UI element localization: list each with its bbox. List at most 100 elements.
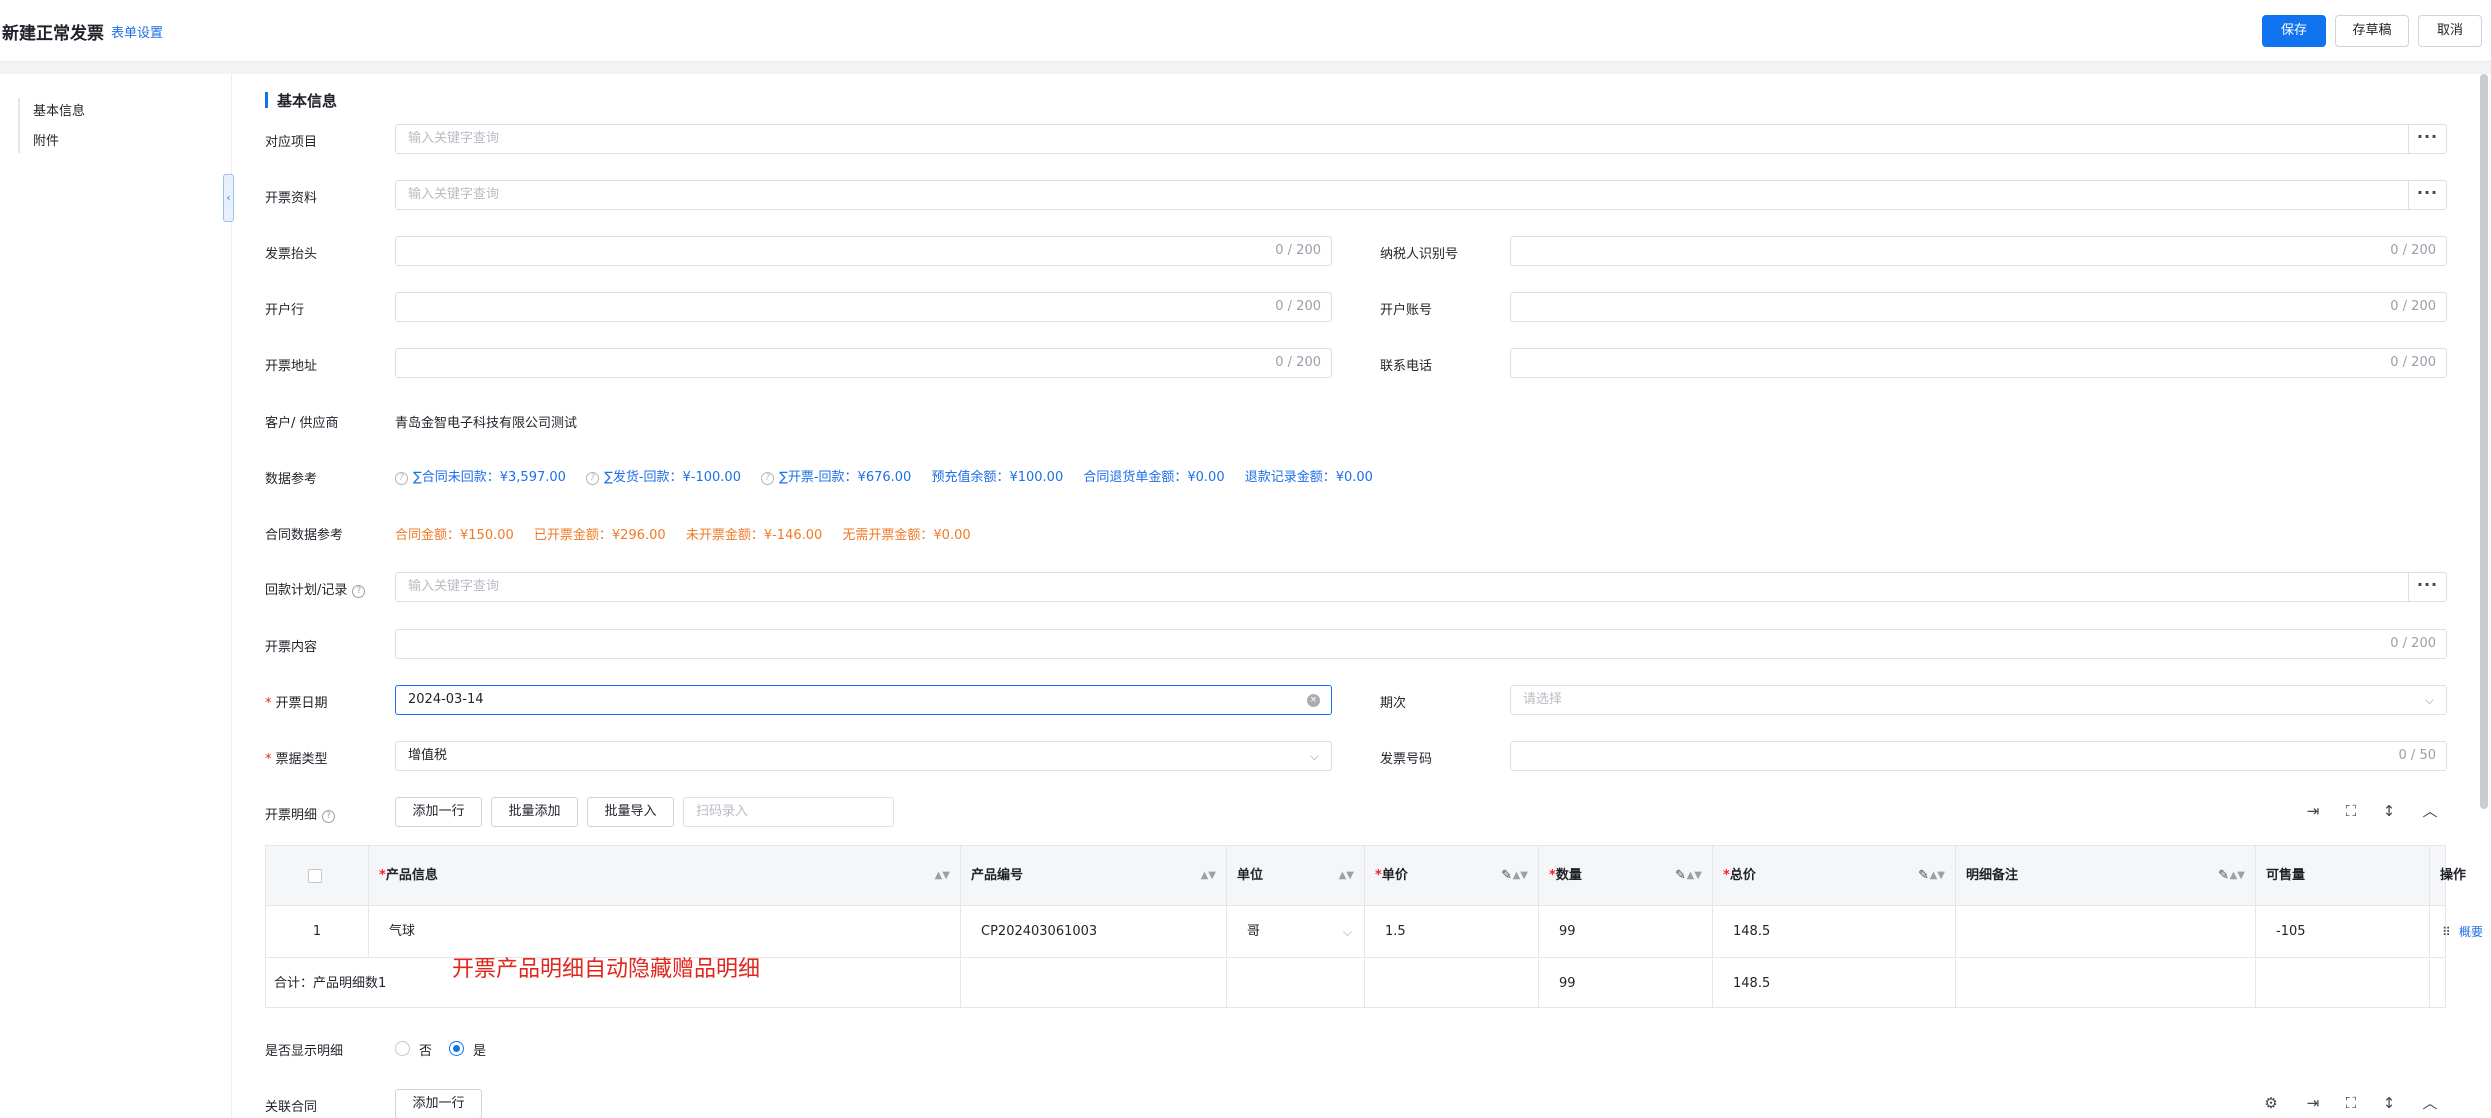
col-action: 操作: [2430, 846, 2491, 906]
chevron-up-icon[interactable]: ︿: [2420, 1093, 2440, 1113]
product-cell[interactable]: 气球: [369, 906, 961, 957]
summary-empty-cell: [858, 959, 961, 1008]
billing-info-input[interactable]: 输入关键字查询 ···: [395, 180, 2447, 210]
char-count: 0 / 200: [2390, 299, 2436, 314]
unit-cell[interactable]: 哥 ⌵: [1227, 906, 1365, 957]
select-all-checkbox[interactable]: [308, 869, 322, 883]
taxpayer-id-input[interactable]: 0 / 200: [1510, 236, 2447, 266]
clear-icon[interactable]: ×: [1307, 694, 1320, 707]
scan-input[interactable]: 扫码录入: [683, 797, 894, 827]
nav-item-attachment[interactable]: 附件: [33, 130, 59, 149]
column-setting-icon[interactable]: ⇥: [2303, 801, 2323, 821]
address-input[interactable]: 0 / 200: [395, 348, 1332, 378]
col-unit[interactable]: 单位 ▲▼: [1227, 846, 1365, 906]
radio-yes[interactable]: [449, 1041, 464, 1056]
period-placeholder: 请选择: [1523, 692, 1563, 707]
summary-link[interactable]: 概要: [2459, 925, 2483, 939]
col-product-code[interactable]: 产品编号 ▲▼: [961, 846, 1227, 906]
project-input[interactable]: 输入关键字查询 ···: [395, 124, 2447, 154]
form-setting-link[interactable]: 表单设置: [111, 22, 163, 41]
left-nav: 基本信息 附件: [0, 74, 232, 1118]
save-button[interactable]: 保存: [2262, 15, 2326, 47]
sort-icon[interactable]: ▲▼: [1339, 846, 1354, 906]
chevron-down-icon: ⌵: [1342, 925, 1352, 939]
nav-item-basic-info[interactable]: 基本信息: [33, 100, 85, 119]
help-icon[interactable]: ?: [586, 472, 600, 485]
help-icon[interactable]: ?: [761, 472, 775, 485]
data-ref-item: 预充值余额：¥100.00: [931, 470, 1064, 485]
content-label: 开票内容: [265, 640, 318, 655]
date-value: 2024-03-14: [408, 692, 484, 707]
header-select-cell: [266, 846, 369, 906]
ticket-type-select[interactable]: 增值税 ⌵: [395, 741, 1332, 771]
col-label: 单位: [1237, 868, 1264, 883]
remark-cell[interactable]: [1956, 906, 2256, 957]
help-icon[interactable]: ?: [322, 810, 336, 823]
account-input[interactable]: 0 / 200: [1510, 292, 2447, 322]
date-input[interactable]: 2024-03-14 ×: [395, 685, 1332, 715]
add-row-button[interactable]: 添加一行: [395, 797, 482, 827]
sort-icon[interactable]: ▲▼: [1687, 846, 1702, 906]
char-count: 0 / 200: [2390, 355, 2436, 370]
chevron-down-icon: ⌵: [1309, 749, 1319, 763]
gear-icon[interactable]: ⚙: [2261, 1093, 2281, 1113]
payment-plan-input[interactable]: 输入关键字查询 ···: [395, 572, 2447, 602]
fullscreen-icon[interactable]: ⛶: [2341, 1093, 2361, 1113]
sort-icon[interactable]: ▲▼: [1201, 846, 1216, 906]
contract-ref-item: 合同金额：¥150.00: [395, 528, 514, 543]
invoice-title-input[interactable]: 0 / 200: [395, 236, 1332, 266]
price-cell[interactable]: 1.5: [1365, 906, 1539, 957]
required-mark: *: [1375, 868, 1382, 883]
cancel-button[interactable]: 取消: [2418, 15, 2482, 47]
summary-empty-cell: [2430, 959, 2491, 1008]
more-icon[interactable]: ···: [2408, 124, 2446, 154]
col-remark[interactable]: 明细备注 ✎ ▲▼: [1956, 846, 2256, 906]
col-label: 数量: [1555, 868, 1582, 883]
row-height-icon[interactable]: ↕: [2379, 1093, 2399, 1113]
sort-icon[interactable]: ▲▼: [1930, 846, 1945, 906]
col-stock[interactable]: 可售量: [2256, 846, 2430, 906]
sort-icon[interactable]: ▲▼: [935, 846, 950, 906]
invoice-no-input[interactable]: 0 / 50: [1510, 741, 2447, 771]
page-scrollbar[interactable]: [2480, 74, 2488, 809]
col-total[interactable]: *总价 ✎ ▲▼: [1713, 846, 1956, 906]
char-count: 0 / 200: [1275, 243, 1321, 258]
sort-icon[interactable]: ▲▼: [2230, 846, 2245, 906]
batch-import-button[interactable]: 批量导入: [587, 797, 674, 827]
chevron-up-icon[interactable]: ︿: [2420, 801, 2440, 821]
phone-input[interactable]: 0 / 200: [1510, 348, 2447, 378]
bank-input[interactable]: 0 / 200: [395, 292, 1332, 322]
annotation-text: 开票产品明细自动隐藏赠品明细: [452, 957, 761, 982]
sort-icon[interactable]: ▲▼: [1513, 846, 1528, 906]
draft-button[interactable]: 存草稿: [2335, 15, 2409, 47]
content-input[interactable]: 0 / 200: [395, 629, 2447, 659]
stock-cell: -105: [2256, 906, 2430, 957]
more-icon[interactable]: ···: [2408, 180, 2446, 210]
fullscreen-icon[interactable]: ⛶: [2341, 801, 2361, 821]
edit-icon[interactable]: ✎: [1501, 846, 1512, 906]
help-icon[interactable]: ?: [352, 585, 366, 598]
radio-no[interactable]: [395, 1041, 410, 1056]
summary-empty-cell: [2256, 959, 2430, 1008]
column-setting-icon[interactable]: ⇥: [2303, 1093, 2323, 1113]
row-height-icon[interactable]: ↕: [2379, 801, 2399, 821]
edit-icon[interactable]: ✎: [2218, 846, 2229, 906]
add-contract-row-button[interactable]: 添加一行: [395, 1089, 482, 1118]
total-cell[interactable]: 148.5: [1713, 906, 1956, 957]
more-icon[interactable]: ···: [2408, 572, 2446, 602]
collapse-nav-toggle[interactable]: ‹: [223, 174, 234, 222]
batch-add-button[interactable]: 批量添加: [491, 797, 578, 827]
table-header: *产品信息 ▲▼ 产品编号 ▲▼ 单位 ▲▼ *单价 ✎ ▲▼ *数量 ✎ ▲▼ *总价 ✎ ▲▼…: [266, 846, 2466, 906]
edit-icon[interactable]: ✎: [1675, 846, 1686, 906]
period-select[interactable]: 请选择 ⌵: [1510, 685, 2447, 715]
col-price[interactable]: *单价 ✎ ▲▼: [1365, 846, 1539, 906]
col-quantity[interactable]: *数量 ✎ ▲▼: [1539, 846, 1713, 906]
project-label: 对应项目: [265, 135, 318, 150]
qty-cell[interactable]: 99: [1539, 906, 1713, 957]
data-ref-label: 数据参考: [265, 472, 318, 487]
col-product-info[interactable]: *产品信息 ▲▼: [369, 846, 961, 906]
help-icon[interactable]: ?: [395, 472, 408, 485]
char-count: 0 / 200: [2390, 243, 2436, 258]
edit-icon[interactable]: ✎: [1918, 846, 1929, 906]
drag-handle-icon[interactable]: ⠿: [2442, 925, 2451, 939]
